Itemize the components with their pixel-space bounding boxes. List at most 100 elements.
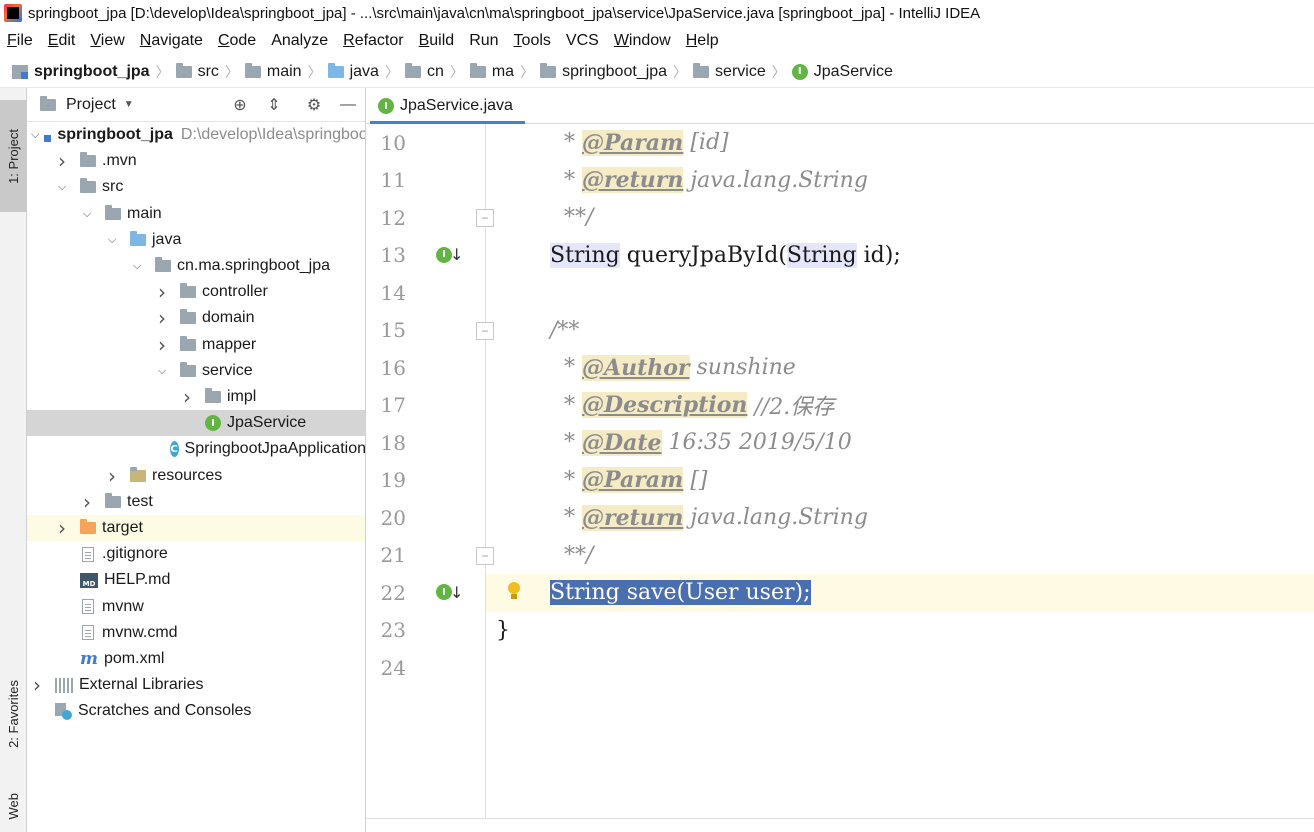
code-line[interactable]: * @Param [] [486,462,1314,500]
implemented-by-gutter-icon[interactable]: I ↓ [436,578,464,606]
tree-item-help[interactable]: MD HELP.md [27,567,365,593]
breadcrumb-label: JpaService [813,62,893,80]
chevron-down-icon[interactable]: ▼ [124,99,134,110]
chevron-right-icon[interactable]: › [156,280,168,304]
hide-panel-icon[interactable]: — [339,96,357,114]
menu-item-help[interactable]: Help [686,32,719,50]
tool-tab-project[interactable]: 1: Project [0,100,27,212]
chevron-right-icon[interactable]: › [56,516,68,540]
breadcrumb-item[interactable]: src 〉 [175,62,245,82]
menu-item-code[interactable]: Code [218,32,256,50]
menu-item-window[interactable]: Window [614,32,671,50]
menu-item-edit[interactable]: Edit [48,32,76,50]
tree-item-domain[interactable]: › domain [27,305,365,331]
gear-icon[interactable]: ⚙ [305,96,323,114]
menu-item-tools[interactable]: Tools [514,32,551,50]
tree-item-mvn[interactable]: › .mvn [27,148,365,174]
tool-tab-web[interactable]: Web [0,778,27,832]
tree-item-service[interactable]: ⌵ service [27,358,365,384]
tree-item-src[interactable]: ⌵ src [27,174,365,200]
breadcrumb-separator-icon: 〉 [520,63,535,80]
chevron-right-icon[interactable]: › [56,149,68,173]
chevron-down-icon[interactable]: ⌵ [56,180,68,194]
tree-item-root[interactable]: ⌵ springboot_jpa D:\develop\Idea\springboo… [27,122,365,148]
breadcrumb-item[interactable]: springboot_jpa 〉 [12,62,176,82]
chevron-right-icon[interactable]: › [106,464,118,488]
tree-item-extlib[interactable]: › External Libraries [27,672,365,698]
code-line[interactable]: * @Param [id] [486,124,1314,162]
window-title: springboot_jpa [D:\develop\Idea\springbo… [28,4,981,22]
tree-item-mvnwcmd[interactable]: mvnw.cmd [27,620,365,646]
code-line[interactable]: * @return java.lang.String [486,162,1314,200]
chevron-down-icon[interactable]: ⌵ [156,364,168,378]
menu-item-refactor[interactable]: Refactor [343,32,403,50]
menu-item-file[interactable]: File [7,32,33,50]
code-line[interactable] [486,274,1314,312]
code-line[interactable]: } [486,612,1314,650]
tree-item-mapper[interactable]: › mapper [27,332,365,358]
code-line[interactable]: **/ [486,199,1314,237]
tree-item-jpaservice[interactable]: I JpaService [27,410,365,437]
menu-item-view[interactable]: View [90,32,124,50]
breadcrumb-item[interactable]: cn 〉 [404,62,470,82]
code-line[interactable]: /** [486,312,1314,350]
code-token: } [496,617,510,643]
breadcrumb-item[interactable]: springboot_jpa 〉 [540,62,693,82]
implemented-by-gutter-icon[interactable]: I ↓ [436,241,464,269]
menu-item-analyze[interactable]: Analyze [271,32,328,50]
tree-item-label: pom.xml [104,650,165,667]
breadcrumb-item[interactable]: service 〉 [693,62,792,82]
code-line[interactable] [486,649,1314,687]
code-line[interactable]: **/ [486,537,1314,575]
locate-icon[interactable]: ⊕ [231,96,249,114]
breadcrumb-item[interactable]: I JpaService [791,62,893,81]
fold-icon[interactable]: − [476,209,494,227]
code-line[interactable]: * @Author sunshine [486,349,1314,387]
editor-bottom-bar [366,818,1314,832]
collapse-all-icon[interactable]: ⇕ [265,96,283,114]
fold-icon[interactable]: − [476,321,494,340]
tree-item-impl[interactable]: › impl [27,384,365,410]
chevron-right-icon[interactable]: › [31,673,43,697]
code-line[interactable]: * @Date 16:35 2019/5/10 [486,424,1314,462]
code-line[interactable]: String queryJpaById(String id); [486,237,1314,275]
tree-item-main[interactable]: ⌵ main [27,201,365,227]
tree-item-mvnw[interactable]: mvnw [27,594,365,620]
tool-tab-favorites[interactable]: 2: Favorites [0,664,27,764]
code-line[interactable]: String save(User user); [486,574,1314,612]
chevron-down-icon[interactable]: ⌵ [131,259,143,273]
chevron-right-icon[interactable]: › [181,385,193,409]
tab-jpaservice[interactable]: I JpaService.java [370,91,525,124]
breadcrumb-item[interactable]: main 〉 [244,62,328,82]
chevron-down-icon[interactable]: ⌵ [81,207,93,221]
tree-item-scratches[interactable]: Scratches and Consoles [27,698,365,724]
tree-item-resources[interactable]: › resources [27,463,365,489]
project-view-selector[interactable]: Project [66,96,116,114]
tree-item-controller[interactable]: › controller [27,279,365,305]
chevron-down-icon[interactable]: ⌵ [106,233,118,247]
menu-item-navigate[interactable]: Navigate [140,32,203,50]
line-number: 18 [380,430,406,455]
menu-item-run[interactable]: Run [469,32,498,50]
chevron-right-icon[interactable]: › [156,333,168,357]
tree-item-app[interactable]: C SpringbootJpaApplication [27,436,365,462]
tree-item-test[interactable]: › test [27,489,365,515]
tree-item-pom[interactable]: m pom.xml [27,646,365,672]
breadcrumb-item[interactable]: ma 〉 [469,62,540,82]
code-token: queryJpaById( [619,242,787,268]
breadcrumb-item[interactable]: java 〉 [327,62,405,82]
chevron-right-icon[interactable]: › [156,306,168,330]
tree-item-gitignore[interactable]: .gitignore [27,541,365,567]
menu-item-build[interactable]: Build [419,32,455,50]
tree-item-java[interactable]: ⌵ java [27,227,365,253]
tree-item-target[interactable]: › target [27,515,365,541]
fold-icon[interactable]: − [476,546,494,565]
tree-item-pkg[interactable]: ⌵ cn.ma.springboot_jpa [27,253,365,279]
code-line[interactable]: * @Description //2.保存 [486,387,1314,425]
code-area[interactable]: * @Param [id] * @return java.lang.String *… [486,124,1314,832]
menu-item-vcs[interactable]: VCS [566,32,599,50]
chevron-right-icon[interactable]: › [81,490,93,514]
code-line[interactable]: * @return java.lang.String [486,499,1314,537]
chevron-down-icon[interactable]: ⌵ [31,128,39,142]
lightbulb-icon[interactable] [506,582,522,604]
